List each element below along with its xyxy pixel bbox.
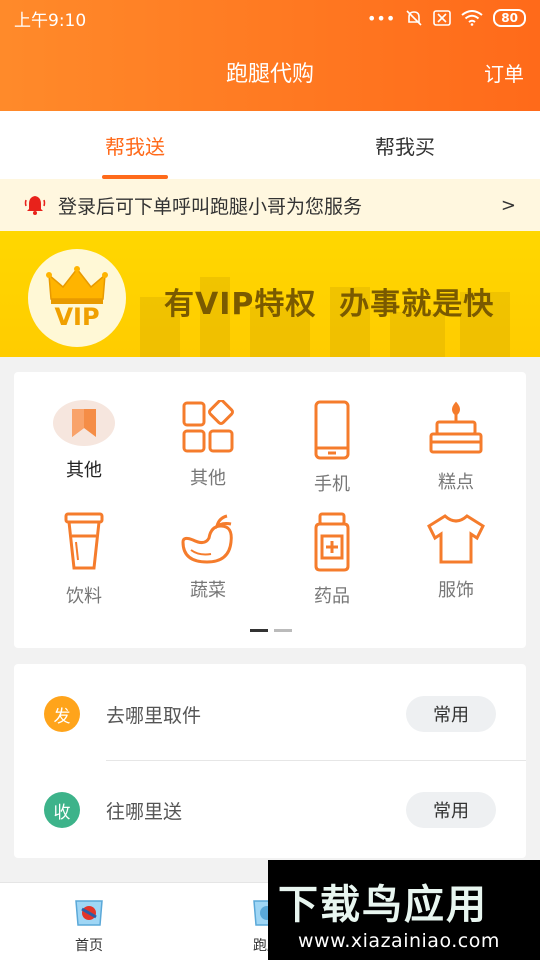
watermark-overlay: 下载鸟应用 www.xiazainiao.com — [268, 860, 540, 960]
pickup-favorites-button[interactable]: 常用 — [406, 696, 496, 732]
vip-badge: VIP — [28, 249, 126, 347]
delivery-address-row[interactable]: 收 往哪里送 常用 — [14, 762, 526, 858]
category-label: 其他 — [66, 460, 102, 481]
category-label: 饮料 — [66, 586, 102, 607]
tshirt-icon — [425, 512, 487, 566]
pager-dots — [250, 629, 292, 632]
category-drinks[interactable]: 饮料 — [20, 484, 148, 607]
delivery-favorites-button[interactable]: 常用 — [406, 792, 496, 828]
category-medicine[interactable]: 药品 — [268, 484, 396, 607]
tab-home[interactable]: 首页 — [44, 895, 134, 955]
address-card: 发 去哪里取件 常用 收 往哪里送 常用 — [14, 664, 526, 858]
tab-home-label: 首页 — [75, 938, 103, 954]
category-label: 药品 — [314, 586, 350, 607]
pager-dot[interactable] — [274, 629, 292, 632]
page-title: 跑腿代购 — [225, 62, 314, 87]
category-other-selected[interactable]: 其他 — [20, 372, 148, 482]
delivery-address-text: 往哪里送 — [106, 800, 183, 823]
category-card: 其他 其他 手机 糕点 饮料 蔬菜 药品 服饰 — [14, 372, 526, 648]
category-clothing[interactable]: 服饰 — [392, 484, 520, 601]
sim-off-icon — [433, 10, 452, 26]
watermark-title: 下载鸟应用 — [278, 882, 488, 928]
pickup-badge: 发 — [44, 696, 80, 732]
category-label: 服饰 — [438, 580, 474, 601]
notice-text: 登录后可下单呼叫跑腿小哥为您服务 — [58, 195, 363, 218]
pickup-address-row[interactable]: 发 去哪里取件 常用 — [14, 666, 526, 762]
chevron-right-icon: > — [500, 194, 516, 216]
tab-send-for-me[interactable]: 帮我送 — [0, 111, 270, 179]
category-phone[interactable]: 手机 — [268, 372, 396, 495]
home-icon — [75, 900, 103, 926]
status-bar: 上午9:10 ••• 80 — [0, 0, 540, 36]
login-notice[interactable]: 登录后可下单呼叫跑腿小哥为您服务 > — [0, 179, 540, 231]
more-dots-icon: ••• — [366, 8, 396, 28]
category-grid: 其他 其他 手机 糕点 饮料 蔬菜 药品 服饰 — [14, 372, 526, 612]
eggplant-icon — [177, 512, 239, 566]
vip-badge-text: VIP — [54, 303, 100, 331]
banner-slogan: 有VIP特权 办事就是快 — [164, 287, 495, 322]
mode-tabs: 帮我送 帮我买 — [0, 111, 540, 179]
vip-banner[interactable]: VIP 有VIP特权 办事就是快 — [0, 231, 540, 357]
battery-indicator: 80 — [493, 9, 526, 27]
divider — [106, 760, 526, 761]
bell-icon — [24, 196, 46, 215]
crown-icon — [46, 266, 108, 304]
app-header: 上午9:10 ••• 80 跑腿代购 订单 — [0, 0, 540, 111]
pager-dot-active[interactable] — [250, 629, 268, 632]
cup-icon — [53, 512, 115, 572]
status-icons: ••• 80 — [367, 9, 526, 28]
bookmark-icon — [53, 400, 115, 446]
phone-icon — [301, 400, 363, 460]
mute-icon — [406, 10, 422, 26]
pickup-address-text: 去哪里取件 — [106, 704, 202, 727]
category-vegetables[interactable]: 蔬菜 — [144, 484, 272, 601]
grid-blocks-icon — [177, 400, 239, 454]
orders-link[interactable]: 订单 — [484, 58, 524, 87]
tab-buy-for-me[interactable]: 帮我买 — [270, 111, 540, 179]
status-time: 上午9:10 — [14, 10, 87, 31]
wifi-icon — [461, 10, 483, 26]
category-other[interactable]: 其他 — [144, 372, 272, 489]
medicine-bottle-icon — [301, 512, 363, 572]
watermark-url: www.xiazainiao.com — [298, 930, 500, 952]
category-cake[interactable]: 糕点 — [392, 372, 520, 493]
category-label: 蔬菜 — [190, 580, 226, 601]
cake-icon — [425, 400, 487, 458]
delivery-badge: 收 — [44, 792, 80, 828]
